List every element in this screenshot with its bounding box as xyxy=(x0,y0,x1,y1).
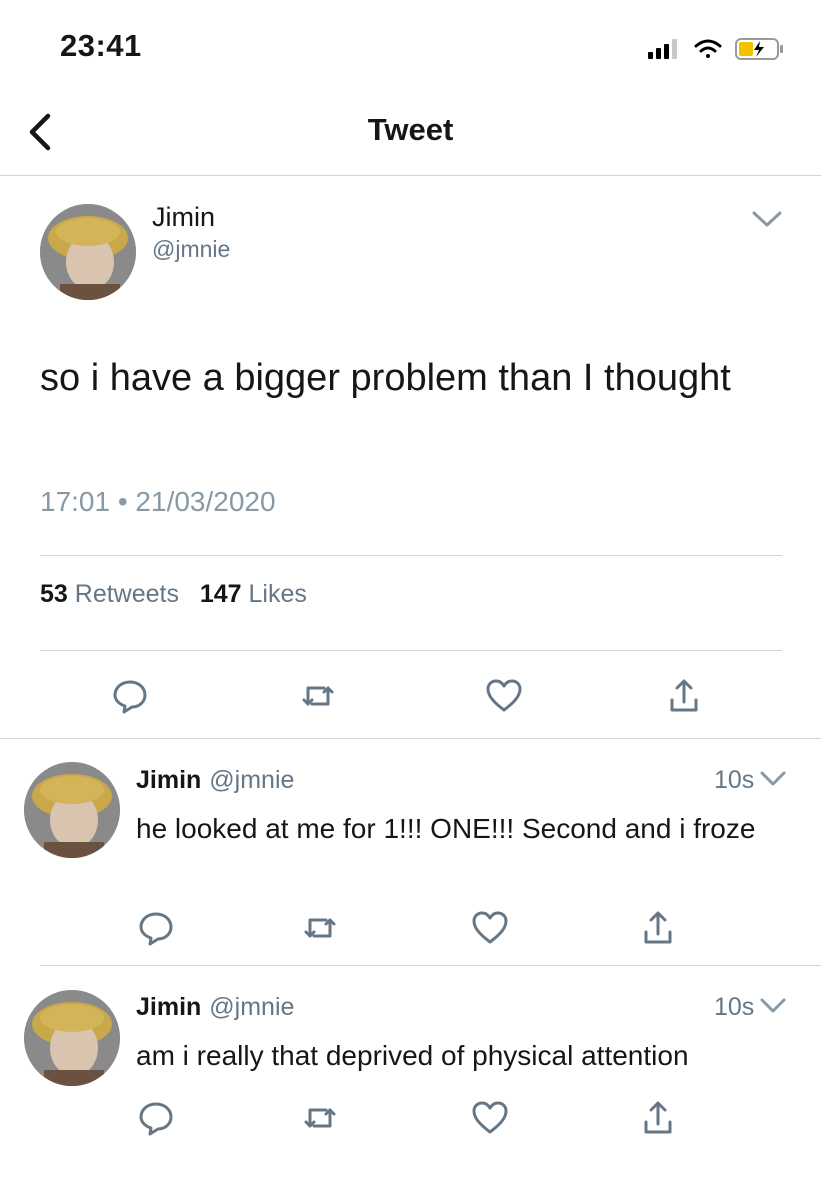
tweet-timestamp: 17:01 • 21/03/2020 xyxy=(40,486,276,517)
heart-icon xyxy=(472,1101,508,1134)
retweets-count: 53 xyxy=(40,580,68,608)
status-icons xyxy=(646,34,796,64)
reply-button[interactable] xyxy=(110,676,150,716)
avatar[interactable] xyxy=(40,204,136,300)
retweet-icon xyxy=(304,1108,336,1128)
reply-author-handle[interactable]: @jmnie xyxy=(209,993,294,1021)
wifi-icon xyxy=(694,39,722,58)
divider xyxy=(40,965,821,966)
divider xyxy=(40,555,782,556)
heart-icon xyxy=(486,679,522,712)
reply-author-name[interactable]: Jimin xyxy=(136,766,201,794)
like-button[interactable] xyxy=(470,908,510,948)
likes-label: Likes xyxy=(241,580,307,608)
status-time: 23:41 xyxy=(60,28,142,63)
tweet-stats: 53 Retweets 147 Likes xyxy=(40,580,307,609)
reply-text: he looked at me for 1!!! ONE!!! Second a… xyxy=(136,813,756,844)
reply-author-name[interactable]: Jimin xyxy=(136,993,201,1021)
likes-stat[interactable]: 147 Likes xyxy=(200,580,307,608)
reply-age: 10s xyxy=(714,766,755,794)
reply-avatar[interactable] xyxy=(24,990,120,1086)
reply-author-handle[interactable]: @jmnie xyxy=(209,766,294,794)
retweets-label: Retweets xyxy=(67,580,179,608)
chevron-down-icon xyxy=(760,998,786,1013)
header-divider xyxy=(0,175,821,176)
reply-header: Jimin @jmnie xyxy=(136,993,294,1022)
page-title: Tweet xyxy=(367,112,454,147)
reply-icon xyxy=(139,1102,173,1136)
author-name[interactable]: Jimin xyxy=(152,202,215,233)
share-icon xyxy=(644,911,672,944)
reply-button[interactable] xyxy=(136,1098,176,1138)
retweet-button[interactable] xyxy=(300,908,340,948)
share-button[interactable] xyxy=(664,676,704,716)
retweets-stat[interactable]: 53 Retweets xyxy=(40,580,179,608)
reply-text: am i really that deprived of physical at… xyxy=(136,1040,689,1071)
battery-icon xyxy=(735,38,783,60)
retweet-button[interactable] xyxy=(298,676,338,716)
divider xyxy=(0,738,821,739)
more-options-button[interactable] xyxy=(750,208,784,230)
reply-icon xyxy=(139,912,173,946)
chevron-down-icon xyxy=(752,211,782,227)
reply-age: 10s xyxy=(714,993,755,1021)
author-handle[interactable]: @jmnie xyxy=(152,236,230,263)
share-icon xyxy=(644,1101,672,1134)
likes-count: 147 xyxy=(199,580,242,608)
reply-button[interactable] xyxy=(136,908,176,948)
heart-icon xyxy=(472,911,508,944)
share-button[interactable] xyxy=(638,908,678,948)
reply-more-button[interactable] xyxy=(758,995,788,1017)
cellular-signal-icon xyxy=(648,39,677,59)
tweet-text: so i have a bigger problem than I though… xyxy=(40,357,731,399)
retweet-icon xyxy=(302,686,334,706)
like-button[interactable] xyxy=(470,1098,510,1138)
reply-avatar[interactable] xyxy=(24,762,120,858)
divider xyxy=(40,650,782,651)
like-button[interactable] xyxy=(484,676,524,716)
reply-more-button[interactable] xyxy=(758,768,788,790)
reply-header: Jimin @jmnie xyxy=(136,766,294,795)
retweet-icon xyxy=(304,918,336,938)
share-button[interactable] xyxy=(638,1098,678,1138)
share-icon xyxy=(670,679,698,712)
reply-icon xyxy=(113,680,147,714)
retweet-button[interactable] xyxy=(300,1098,340,1138)
chevron-down-icon xyxy=(760,771,786,786)
